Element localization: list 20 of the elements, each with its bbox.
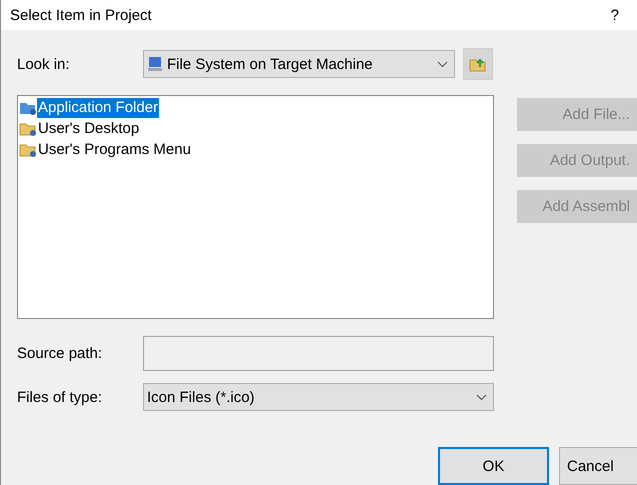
chevron-down-icon: [476, 394, 487, 400]
computer-icon: [147, 56, 163, 72]
help-button[interactable]: ?: [610, 6, 619, 24]
window-title: Select Item in Project: [10, 6, 152, 24]
up-folder-button[interactable]: [463, 48, 493, 80]
cancel-button[interactable]: Cancel: [559, 447, 637, 485]
folder-icon: [19, 142, 37, 158]
folder-item[interactable]: User's Programs Menu: [37, 140, 192, 160]
look-in-dropdown[interactable]: File System on Target Machine: [143, 50, 455, 78]
look-in-label: Look in:: [17, 56, 71, 72]
ok-button[interactable]: OK: [438, 447, 549, 485]
folder-item[interactable]: User's Desktop: [37, 118, 140, 138]
folder-item[interactable]: Application Folder: [37, 98, 160, 118]
source-path-field[interactable]: [143, 336, 494, 371]
files-of-type-label: Files of type:: [17, 388, 104, 406]
source-path-label: Source path:: [17, 345, 104, 362]
folder-up-icon: [469, 56, 487, 72]
chevron-down-icon: [437, 60, 448, 68]
folder-icon: [19, 120, 37, 136]
file-type-dropdown[interactable]: Icon Files (*.ico): [143, 383, 494, 411]
